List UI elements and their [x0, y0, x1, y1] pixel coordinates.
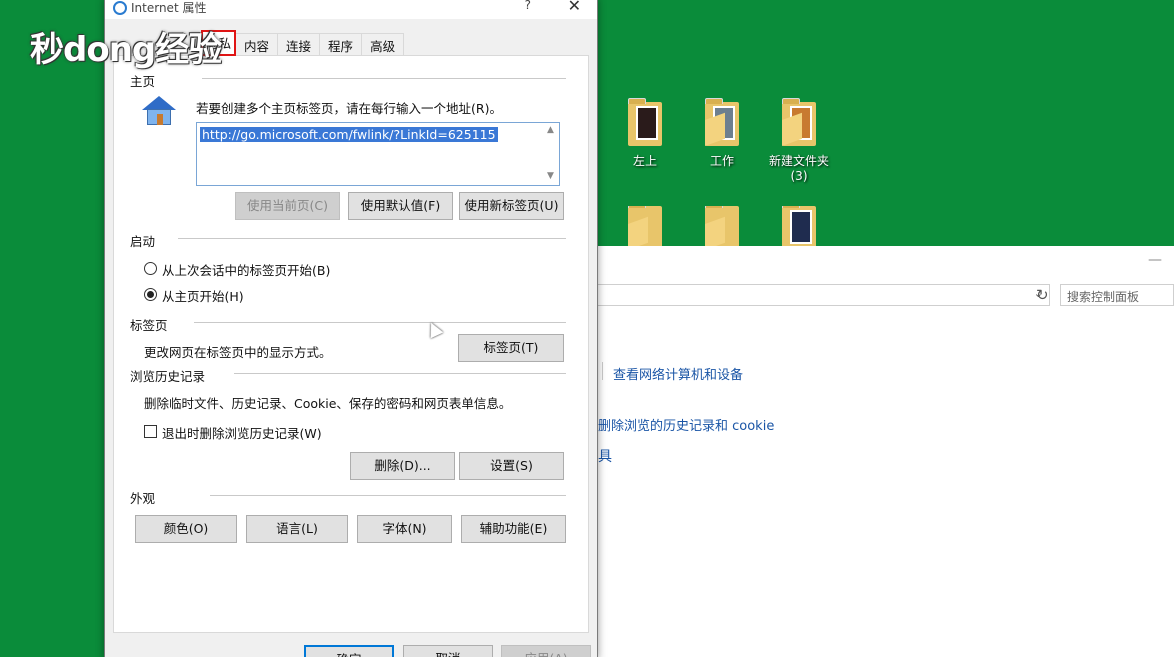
tab-panel: 主页 若要创建多个主页标签页，请在每行输入一个地址(R)。 http://go.… [113, 55, 589, 633]
divider [178, 238, 566, 239]
tab-programs[interactable]: 程序 [319, 33, 363, 55]
watermark-logo: 秒dong经验 [30, 30, 222, 70]
desktop-folder-icon[interactable] [610, 206, 680, 246]
radio-home-page-label: 从主页开始(H) [162, 289, 244, 304]
colors-button[interactable]: 颜色(O) [135, 515, 237, 543]
title-bar[interactable]: Internet 属性 ? ✕ [105, 0, 597, 19]
fonts-button[interactable]: 字体(N) [357, 515, 452, 543]
folder-icon [705, 206, 739, 246]
appearance-heading: 外观 [130, 491, 156, 506]
desktop-icon-new-folder-3[interactable]: 新建文件夹 (3) [764, 98, 834, 183]
radio-last-session[interactable] [144, 262, 157, 275]
close-button[interactable]: ✕ [568, 0, 581, 15]
home-page-heading: 主页 [130, 74, 156, 89]
use-default-button[interactable]: 使用默认值(F) [348, 192, 453, 220]
radio-last-session-label: 从上次会话中的标签页开始(B) [162, 263, 331, 278]
desktop-icon-label: 新建文件夹 (3) [768, 154, 829, 183]
divider [210, 495, 566, 496]
home-page-instruction: 若要创建多个主页标签页，请在每行输入一个地址(R)。 [196, 101, 502, 116]
desktop-folder-icon[interactable] [687, 206, 757, 246]
address-bar[interactable]: ⌄ [598, 284, 1050, 306]
tabs-description: 更改网页在标签页中的显示方式。 [144, 345, 332, 360]
control-panel-window: — ⌄ ↻ 搜索控制面板 查看网络计算机和设备 删除浏览的历史记录和 cooki… [598, 246, 1174, 657]
use-new-tab-button[interactable]: 使用新标签页(U) [459, 192, 564, 220]
delete-on-exit-checkbox[interactable] [144, 425, 157, 438]
folder-icon [782, 206, 816, 246]
link-view-network-devices[interactable]: 查看网络计算机和设备 [613, 364, 743, 383]
search-input[interactable]: 搜索控制面板 [1060, 284, 1174, 306]
desktop-icon-zuoshang[interactable]: 左上 [610, 98, 680, 169]
divider [602, 362, 603, 380]
home-icon [142, 96, 176, 126]
delete-on-exit-label: 退出时删除浏览历史记录(W) [162, 426, 322, 441]
minimize-icon[interactable]: — [1148, 252, 1162, 268]
desktop-folder-icon[interactable] [764, 206, 834, 246]
internet-properties-dialog: Internet 属性 ? ✕ 隐私 内容 连接 程序 高级 主页 若要创建多个… [104, 0, 598, 657]
desktop-icon-gongzuo[interactable]: 工作 [687, 98, 757, 169]
apply-button[interactable]: 应用(A) [501, 645, 591, 657]
dialog-title: Internet 属性 [131, 1, 207, 15]
delete-button[interactable]: 删除(D)... [350, 452, 455, 480]
tabs-button[interactable]: 标签页(T) [458, 334, 564, 362]
tab-strip: 隐私 内容 连接 程序 高级 [201, 30, 405, 56]
radio-home-page[interactable] [144, 288, 157, 301]
home-page-url-text: http://go.microsoft.com/fwlink/?LinkId=6… [200, 127, 498, 142]
browsing-history-heading: 浏览历史记录 [130, 369, 206, 384]
languages-button[interactable]: 语言(L) [246, 515, 348, 543]
link-fragment[interactable]: 具 [598, 446, 612, 466]
use-current-button[interactable]: 使用当前页(C) [235, 192, 340, 220]
link-delete-history[interactable]: 删除浏览的历史记录和 cookie [598, 415, 774, 434]
tabs-heading: 标签页 [130, 318, 168, 333]
tab-content[interactable]: 内容 [235, 33, 279, 55]
desktop-icon-label: 左上 [632, 154, 657, 168]
accessibility-button[interactable]: 辅助功能(E) [461, 515, 566, 543]
folder-icon [782, 98, 816, 146]
scrollbar[interactable]: ▲ ▼ [543, 123, 559, 185]
folder-icon [628, 206, 662, 246]
internet-explorer-icon [113, 1, 127, 15]
scroll-up-icon[interactable]: ▲ [547, 125, 554, 135]
divider [202, 78, 566, 79]
scroll-down-icon[interactable]: ▼ [547, 171, 554, 181]
tab-connections[interactable]: 连接 [277, 33, 321, 55]
divider [234, 373, 566, 374]
folder-icon [705, 98, 739, 146]
divider [194, 322, 566, 323]
home-page-url-textarea[interactable]: http://go.microsoft.com/fwlink/?LinkId=6… [196, 122, 560, 186]
desktop-icon-label: 工作 [709, 154, 734, 168]
settings-button[interactable]: 设置(S) [459, 452, 564, 480]
help-button[interactable]: ? [525, 0, 531, 12]
ok-button[interactable]: 确定 [304, 645, 394, 657]
startup-heading: 启动 [130, 234, 156, 249]
cancel-button[interactable]: 取消 [403, 645, 493, 657]
folder-icon [628, 98, 662, 146]
browsing-history-description: 删除临时文件、历史记录、Cookie、保存的密码和网页表单信息。 [144, 396, 512, 411]
tab-advanced[interactable]: 高级 [361, 33, 405, 55]
refresh-icon[interactable]: ↻ [1036, 286, 1049, 304]
